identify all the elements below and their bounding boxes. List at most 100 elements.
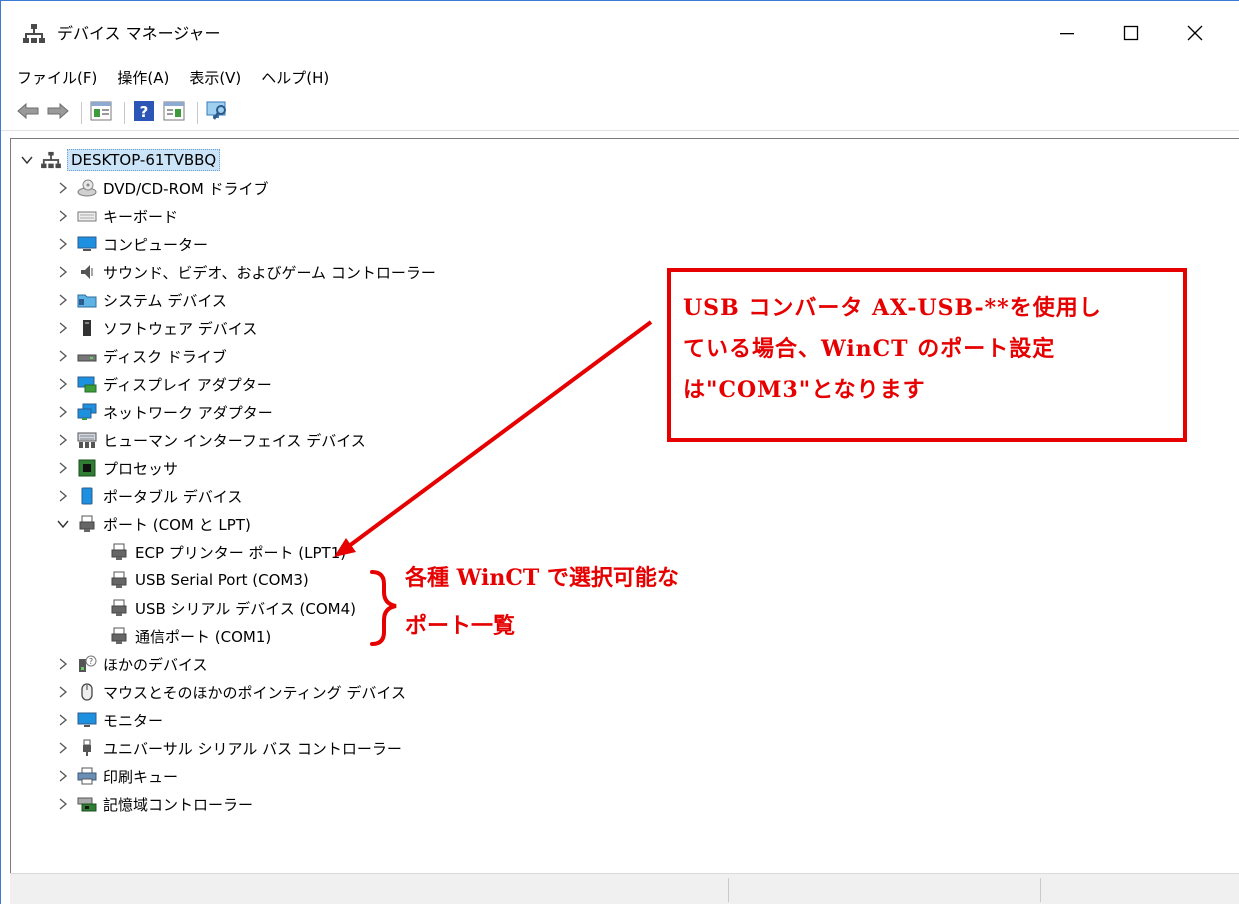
tree-category-portable[interactable]: ポータブル デバイス xyxy=(55,482,242,510)
port-item-com1[interactable]: 通信ポート (COM1) xyxy=(109,622,271,650)
forward-button[interactable] xyxy=(45,100,71,126)
computer-network-icon xyxy=(41,151,61,169)
port-icon xyxy=(77,515,97,533)
chevron-right-icon[interactable] xyxy=(55,460,71,476)
device-tree: DESKTOP-61TVBBQ DVD/CD-ROM ドライブ キーボード コン… xyxy=(10,138,1239,873)
chevron-right-icon[interactable] xyxy=(55,264,71,280)
window-title: デバイス マネージャー xyxy=(57,24,221,43)
category-label: ポータブル デバイス xyxy=(103,487,243,506)
port-item-lpt1[interactable]: ECP プリンター ポート (LPT1) xyxy=(109,538,346,566)
brace-note-line-2: ポート一覧 xyxy=(405,613,516,639)
keyboard-icon xyxy=(77,207,97,225)
chevron-right-icon[interactable] xyxy=(55,208,71,224)
back-button[interactable] xyxy=(15,100,41,126)
status-bar-divider xyxy=(728,878,729,902)
category-label: ヒューマン インターフェイス デバイス xyxy=(103,431,366,450)
toolbar-separator xyxy=(124,101,125,124)
svg-text:?: ? xyxy=(89,657,93,666)
tree-category-network[interactable]: ネットワーク アダプター xyxy=(55,398,273,426)
chevron-right-icon[interactable] xyxy=(55,292,71,308)
monitor-icon xyxy=(77,711,97,729)
chevron-right-icon[interactable] xyxy=(55,712,71,728)
tree-category-mouse[interactable]: マウスとそのほかのポインティング デバイス xyxy=(55,678,406,706)
tree-category-display[interactable]: ディスプレイ アダプター xyxy=(55,370,272,398)
port-label: USB シリアル デバイス (COM4) xyxy=(135,599,356,618)
chevron-right-icon[interactable] xyxy=(55,432,71,448)
category-label: システム デバイス xyxy=(103,291,227,310)
device-manager-icon xyxy=(23,23,45,45)
portable-device-icon xyxy=(77,487,97,505)
tree-category-sound[interactable]: サウンド、ビデオ、およびゲーム コントローラー xyxy=(55,258,436,286)
category-label: ポート (COM と LPT) xyxy=(103,515,251,534)
chevron-right-icon[interactable] xyxy=(55,768,71,784)
category-label: DVD/CD-ROM ドライブ xyxy=(103,179,269,198)
menu-file[interactable]: ファイル(F) xyxy=(17,67,97,88)
chevron-down-icon[interactable] xyxy=(19,152,35,168)
category-label: モニター xyxy=(103,711,164,730)
status-bar-divider xyxy=(1040,878,1041,902)
tree-category-keyboard[interactable]: キーボード xyxy=(55,202,178,230)
tree-category-software[interactable]: ソフトウェア デバイス xyxy=(55,314,257,342)
category-label: 記憶域コントローラー xyxy=(103,795,254,814)
callout-line-1: USB コンバータ AX-USB-**を使用し xyxy=(683,295,1102,321)
chevron-right-icon[interactable] xyxy=(55,656,71,672)
chevron-right-icon[interactable] xyxy=(55,320,71,336)
chevron-right-icon[interactable] xyxy=(55,796,71,812)
chevron-right-icon[interactable] xyxy=(55,684,71,700)
tree-category-system[interactable]: システム デバイス xyxy=(55,286,227,314)
update-driver-button[interactable] xyxy=(161,100,187,126)
tree-category-storage[interactable]: 記憶域コントローラー xyxy=(55,790,253,818)
properties-button[interactable] xyxy=(88,100,114,126)
category-label: ディスプレイ アダプター xyxy=(103,375,272,394)
tree-category-dvd[interactable]: DVD/CD-ROM ドライブ xyxy=(55,174,269,202)
category-label: プロセッサ xyxy=(103,459,179,478)
properties-icon xyxy=(90,101,112,125)
menu-bar: ファイル(F) 操作(A) 表示(V) ヘルプ(H) xyxy=(1,61,1239,93)
help-icon: ? xyxy=(133,100,155,126)
printer-icon xyxy=(77,767,97,785)
tree-category-computer[interactable]: コンピューター xyxy=(55,230,208,258)
display-adapter-icon xyxy=(77,375,97,393)
port-item-com3[interactable]: USB Serial Port (COM3) xyxy=(109,566,309,594)
maximize-button[interactable] xyxy=(1108,15,1154,55)
port-item-com4[interactable]: USB シリアル デバイス (COM4) xyxy=(109,594,356,622)
category-label: ソフトウェア デバイス xyxy=(103,319,258,338)
minimize-button[interactable] xyxy=(1044,15,1090,55)
menu-action[interactable]: 操作(A) xyxy=(117,67,169,88)
tree-category-disk[interactable]: ディスク ドライブ xyxy=(55,342,227,370)
minimize-icon xyxy=(1059,25,1075,45)
scan-hardware-button[interactable] xyxy=(204,100,230,126)
tree-category-ports[interactable]: ポート (COM と LPT) xyxy=(55,510,251,538)
forward-arrow-icon xyxy=(47,102,69,123)
category-label: サウンド、ビデオ、およびゲーム コントローラー xyxy=(103,263,436,282)
menu-view[interactable]: 表示(V) xyxy=(189,67,241,88)
other-device-icon: ? xyxy=(77,655,97,673)
port-icon xyxy=(109,571,129,589)
chevron-down-icon[interactable] xyxy=(55,516,71,532)
tree-root-node[interactable]: DESKTOP-61TVBBQ xyxy=(19,146,221,174)
close-button[interactable] xyxy=(1172,15,1218,55)
computer-name-label: DESKTOP-61TVBBQ xyxy=(67,149,221,171)
help-button[interactable]: ? xyxy=(131,100,157,126)
brace-note-line-1: 各種 WinCT で選択可能な xyxy=(405,565,679,591)
category-label: マウスとそのほかのポインティング デバイス xyxy=(103,683,406,702)
tree-category-hid[interactable]: ヒューマン インターフェイス デバイス xyxy=(55,426,366,454)
chevron-right-icon[interactable] xyxy=(55,740,71,756)
chevron-right-icon[interactable] xyxy=(55,180,71,196)
maximize-icon xyxy=(1123,25,1139,45)
menu-help[interactable]: ヘルプ(H) xyxy=(261,67,329,88)
processor-icon xyxy=(77,459,97,477)
software-device-icon xyxy=(77,319,97,337)
chevron-right-icon[interactable] xyxy=(55,236,71,252)
chevron-right-icon[interactable] xyxy=(55,376,71,392)
status-bar xyxy=(10,873,1239,904)
chevron-right-icon[interactable] xyxy=(55,348,71,364)
chevron-right-icon[interactable] xyxy=(55,488,71,504)
tree-category-print-queue[interactable]: 印刷キュー xyxy=(55,762,178,790)
tree-category-other[interactable]: ? ほかのデバイス xyxy=(55,650,208,678)
tree-category-monitor[interactable]: モニター xyxy=(55,706,163,734)
category-label: 印刷キュー xyxy=(103,767,179,786)
tree-category-processor[interactable]: プロセッサ xyxy=(55,454,178,482)
tree-category-usb[interactable]: ユニバーサル シリアル バス コントローラー xyxy=(55,734,402,762)
chevron-right-icon[interactable] xyxy=(55,404,71,420)
